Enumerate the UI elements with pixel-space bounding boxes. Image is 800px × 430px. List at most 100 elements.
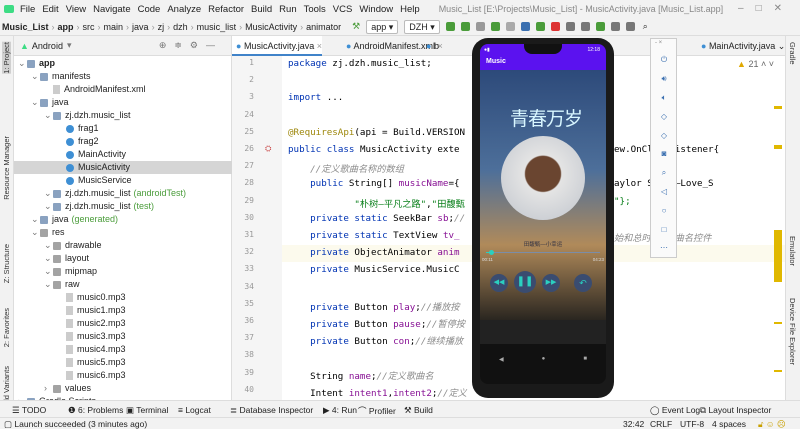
close-tab-icon[interactable]: × [314,41,322,51]
code-line-continuation[interactable]: "}; [614,196,631,207]
breadcrumb-item[interactable]: zj [158,22,165,32]
menu-item-window[interactable]: Window [359,4,393,15]
back-icon[interactable]: ◁ [659,187,669,197]
device-file-explorer-tab[interactable]: Device File Explorer [788,298,797,365]
project-tool-tab[interactable]: 1: Project [2,42,11,74]
expand-arrow-icon[interactable]: ⌄ [31,70,40,83]
tab-overflow-icon[interactable]: ⌄ [775,41,786,51]
tab-b[interactable]: ● b [422,36,439,56]
code-line[interactable]: //定义歌曲名称的数组 [288,161,404,175]
tool-window-todo[interactable]: ☰ TODO [12,405,46,416]
tool-window-database-inspector[interactable]: ≣ Database Inspector [230,405,313,416]
tree-item-music0-mp3[interactable]: music0.mp3 [14,291,232,304]
code-line[interactable]: public String[] musicName={ [288,178,459,189]
avd-manager-icon[interactable] [580,22,590,31]
back-button[interactable]: ↶ [574,274,592,292]
power-icon[interactable]: ⏻ [659,55,669,65]
tree-item-music2-mp3[interactable]: music2.mp3 [14,317,232,330]
expand-arrow-icon[interactable]: ⌄ [31,96,40,109]
expand-arrow-icon[interactable]: ⌄ [18,57,27,70]
breadcrumb-item[interactable]: MusicActivity [245,22,297,32]
rotate-left-icon[interactable]: ◇ [659,112,669,122]
expand-arrow-icon[interactable]: ⌄ [44,109,53,122]
menu-item-vcs[interactable]: VCS [333,4,353,15]
tree-item-music1-mp3[interactable]: music1.mp3 [14,304,232,317]
code-line[interactable]: private static SeekBar sb;// [288,213,465,224]
run-config-select[interactable]: app ▾ [366,19,399,34]
code-line[interactable]: package zj.dzh.music_list; [288,58,432,69]
breadcrumb-item[interactable]: app [58,22,74,32]
expand-arrow-icon[interactable]: ⌄ [44,200,53,213]
expand-arrow-icon[interactable]: ⌄ [44,187,53,200]
breadcrumb-item[interactable]: animator [306,22,341,32]
menu-item-tools[interactable]: Tools [304,4,326,15]
device-manager-icon[interactable] [610,22,620,31]
screenshot-icon[interactable]: ◙ [659,149,669,159]
structure-tab[interactable]: Z: Structure [2,244,11,283]
window-controls[interactable]: –□✕ [738,3,794,14]
breadcrumb-item[interactable]: dzh [173,22,188,32]
tree-item-frag2[interactable]: frag2 [14,135,232,148]
apply-code-icon[interactable] [460,22,470,31]
tree-item-layout[interactable]: ⌄ layout [14,252,232,265]
debug-attach-icon[interactable] [535,22,545,31]
menu-item-help[interactable]: Help [400,4,420,15]
next-button[interactable]: ▶▶ [542,274,560,292]
tab-musicactivity-java[interactable]: ● MusicActivity.java × [232,36,323,56]
debug-icon[interactable] [490,22,500,31]
resource-manager-tab[interactable]: Resource Manager [2,136,11,200]
code-line[interactable]: "朴树—平凡之路","田馥甄 [288,196,464,210]
tool-window-layout-inspector[interactable]: ⧉ Layout Inspector [700,405,771,416]
file-encoding[interactable]: UTF-8 [680,419,704,429]
expand-arrow-icon[interactable]: ⌄ [44,278,53,291]
expand-arrow-icon[interactable]: › [44,382,53,395]
hammer-icon[interactable]: ⚒ [352,21,360,32]
coverage-icon[interactable] [475,22,485,31]
expand-arrow-icon[interactable]: ⌄ [31,213,40,226]
tree-item-music4-mp3[interactable]: music4.mp3 [14,343,232,356]
status-message[interactable]: ▢ Launch succeeded (3 minutes ago) [4,419,147,430]
indent-setting[interactable]: 4 spaces [712,419,746,429]
tree-item-frag1[interactable]: frag1 [14,122,232,135]
tree-item-music5-mp3[interactable]: music5.mp3 [14,356,232,369]
seek-thumb[interactable] [488,250,494,255]
volume-down-icon[interactable]: 🔈︎ [659,93,669,103]
gradle-tab[interactable]: Gradle [788,42,797,65]
code-line[interactable]: @RequiresApi(api = Build.VERSION [288,127,465,138]
emulator-tab[interactable]: Emulator [788,236,797,266]
favorites-tab[interactable]: 2: Favorites [2,308,11,347]
menu-item-analyze[interactable]: Analyze [167,4,201,15]
home-icon[interactable]: ○ [659,206,669,216]
breadcrumb-item[interactable]: java [132,22,149,32]
rotate-right-icon[interactable]: ◇ [659,131,669,141]
tree-item-mainactivity[interactable]: MainActivity [14,148,232,161]
code-line[interactable]: private static TextView tv_ [288,230,459,241]
profile-icon[interactable] [505,22,515,31]
code-line[interactable]: Intent intent1,intent2;//定义 [288,385,467,399]
project-view-select[interactable]: Android [32,41,63,51]
emulator-screen[interactable]: ●▮ 12:18 Music 青春万岁 田馥甄—小幸运 00:11 04:23 … [480,44,606,384]
pause-button[interactable]: ❚❚ [514,271,536,293]
code-line[interactable]: public class MusicActivity exte [288,144,460,155]
search-icon[interactable]: ⌕ [643,21,648,32]
tree-item-raw[interactable]: ⌄ raw [14,278,232,291]
tree-item-java[interactable]: ⌄ java (generated) [14,213,232,226]
tree-item-music6-mp3[interactable]: music6.mp3 [14,369,232,382]
menu-item-edit[interactable]: Edit [42,4,58,15]
sdk-manager-icon[interactable] [595,22,605,31]
menu-item-run[interactable]: Run [279,4,296,15]
breadcrumb-item[interactable]: src [83,22,95,32]
sync-icon[interactable] [565,22,575,31]
tab-mainactivity-java[interactable]: ● MainActivity.java ⌄ [697,36,785,56]
tree-item-androidmanifest-xml[interactable]: AndroidManifest.xml [14,83,232,96]
volume-up-icon[interactable]: 🔊︎ [659,74,669,84]
tree-item-java[interactable]: ⌄ java [14,96,232,109]
caret-position[interactable]: 32:42 [623,419,644,429]
code-line[interactable]: private Button play;//播放按 [288,299,459,313]
inspection-widget[interactable]: ▲ 21 ˄ ˅ [737,59,774,69]
tree-item-values[interactable]: › values [14,382,232,395]
menu-item-refactor[interactable]: Refactor [208,4,244,15]
menu-item-code[interactable]: Code [138,4,161,15]
previous-button[interactable]: ◀◀ [490,274,508,292]
expand-arrow-icon[interactable]: ⌄ [31,226,40,239]
